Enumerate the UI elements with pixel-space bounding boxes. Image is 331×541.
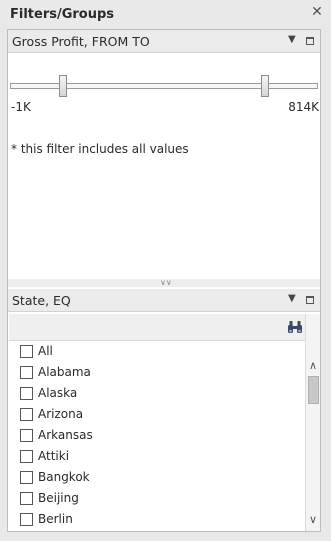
close-icon[interactable]: ✕	[311, 5, 323, 19]
range-slider-from-handle[interactable]	[59, 75, 67, 97]
panel-title: Filters/Groups	[10, 7, 115, 22]
list-item-alabama[interactable]: Alabama	[9, 362, 305, 383]
list-item-label: Arkansas	[38, 428, 93, 442]
checkbox[interactable]	[20, 450, 33, 463]
list-item-attiki[interactable]: Attiki	[9, 446, 305, 467]
chevron-down-icon[interactable]: ▼	[288, 292, 298, 306]
checkbox[interactable]	[20, 345, 33, 358]
range-slider-to-handle[interactable]	[261, 75, 269, 97]
checkbox[interactable]	[20, 387, 33, 400]
maximize-icon[interactable]	[306, 37, 314, 45]
filter-note: * this filter includes all values	[11, 142, 189, 156]
binoculars-icon[interactable]	[287, 319, 303, 335]
filters-frame: Gross Profit, FROM TO ▼ -1K 814K * this …	[7, 29, 321, 532]
list-item-label: Arizona	[38, 407, 84, 421]
list-item-label: Alabama	[38, 365, 91, 379]
list-item-label: Berlin	[38, 512, 73, 526]
range-min-label: -1K	[11, 100, 31, 114]
state-value-list: All Alabama Alaska Arizona Arkansas Atti…	[9, 341, 305, 531]
scrollbar-thumb[interactable]	[308, 376, 319, 404]
list-item-alaska[interactable]: Alaska	[9, 383, 305, 404]
list-item-label: Attiki	[38, 449, 70, 463]
checkbox[interactable]	[20, 429, 33, 442]
list-search-bar	[9, 314, 305, 341]
state-filter-header[interactable]: State, EQ ▼	[8, 289, 320, 312]
panel-header: Filters/Groups ✕	[0, 0, 331, 28]
range-max-label: 814K	[288, 100, 319, 114]
gross-profit-filter-header[interactable]: Gross Profit, FROM TO ▼	[8, 30, 320, 53]
section-splitter[interactable]: ∨∨	[8, 279, 320, 287]
list-item-label: All	[38, 344, 53, 358]
list-item-label: Alaska	[38, 386, 78, 400]
list-item-all[interactable]: All	[9, 341, 305, 362]
list-item-arizona[interactable]: Arizona	[9, 404, 305, 425]
gross-profit-filter-title: Gross Profit, FROM TO	[12, 34, 150, 49]
checkbox[interactable]	[20, 513, 33, 526]
scroll-up-icon[interactable]: ∧	[306, 358, 320, 374]
splitter-grip-icon: ∨∨	[160, 278, 172, 287]
checkbox[interactable]	[20, 366, 33, 379]
list-item-bangkok[interactable]: Bangkok	[9, 467, 305, 488]
list-item-beijing[interactable]: Beijing	[9, 488, 305, 509]
maximize-icon[interactable]	[306, 296, 314, 304]
state-filter-title: State, EQ	[12, 293, 71, 308]
list-item-label: Beijing	[38, 491, 79, 505]
range-slider-track[interactable]	[10, 83, 318, 89]
list-item-label: Bangkok	[38, 470, 90, 484]
checkbox[interactable]	[20, 471, 33, 484]
chevron-down-icon[interactable]: ▼	[288, 33, 298, 47]
list-scrollbar[interactable]: ∧ ∨	[305, 314, 320, 531]
list-item-berlin[interactable]: Berlin	[9, 509, 305, 530]
list-item-arkansas[interactable]: Arkansas	[9, 425, 305, 446]
checkbox[interactable]	[20, 408, 33, 421]
scroll-down-icon[interactable]: ∨	[306, 512, 320, 528]
checkbox[interactable]	[20, 492, 33, 505]
